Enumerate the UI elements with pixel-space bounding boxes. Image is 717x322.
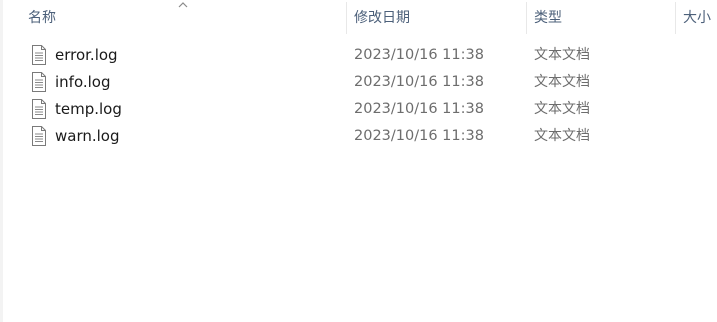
file-date-modified: 2023/10/16 11:38: [354, 47, 484, 63]
file-name[interactable]: warn.log: [55, 123, 120, 150]
text-file-icon: [32, 126, 46, 146]
text-file-icon: [32, 45, 46, 65]
column-header-type[interactable]: 类型: [528, 0, 675, 36]
file-date-modified: 2023/10/16 11:38: [354, 128, 484, 144]
file-name[interactable]: info.log: [55, 69, 111, 96]
text-file-icon: [32, 99, 46, 119]
file-type: 文本文档: [534, 74, 590, 90]
file-date-modified: 2023/10/16 11:38: [354, 74, 484, 90]
column-header-date-modified[interactable]: 修改日期: [348, 0, 525, 36]
column-header-size[interactable]: 大小: [677, 0, 717, 36]
file-type: 文本文档: [534, 128, 590, 144]
file-type: 文本文档: [534, 47, 590, 63]
file-list: error.log 2023/10/16 11:38 文本文档 info.log…: [0, 42, 717, 150]
file-explorer-view: 名称 修改日期 类型 大小 error.log 2023/10/16 11:38…: [0, 0, 717, 322]
file-row[interactable]: info.log 2023/10/16 11:38 文本文档: [0, 69, 717, 96]
column-divider[interactable]: [675, 2, 676, 34]
file-date-modified: 2023/10/16 11:38: [354, 101, 484, 117]
file-type: 文本文档: [534, 101, 590, 117]
file-row[interactable]: temp.log 2023/10/16 11:38 文本文档: [0, 96, 717, 123]
text-file-icon: [32, 72, 46, 92]
column-header-bar: 名称 修改日期 类型 大小: [0, 0, 717, 36]
file-name[interactable]: error.log: [55, 42, 118, 69]
column-divider[interactable]: [346, 2, 347, 34]
file-name[interactable]: temp.log: [55, 96, 122, 123]
column-header-name[interactable]: 名称: [22, 0, 346, 36]
file-row[interactable]: error.log 2023/10/16 11:38 文本文档: [0, 42, 717, 69]
file-row[interactable]: warn.log 2023/10/16 11:38 文本文档: [0, 123, 717, 150]
column-divider[interactable]: [526, 2, 527, 34]
